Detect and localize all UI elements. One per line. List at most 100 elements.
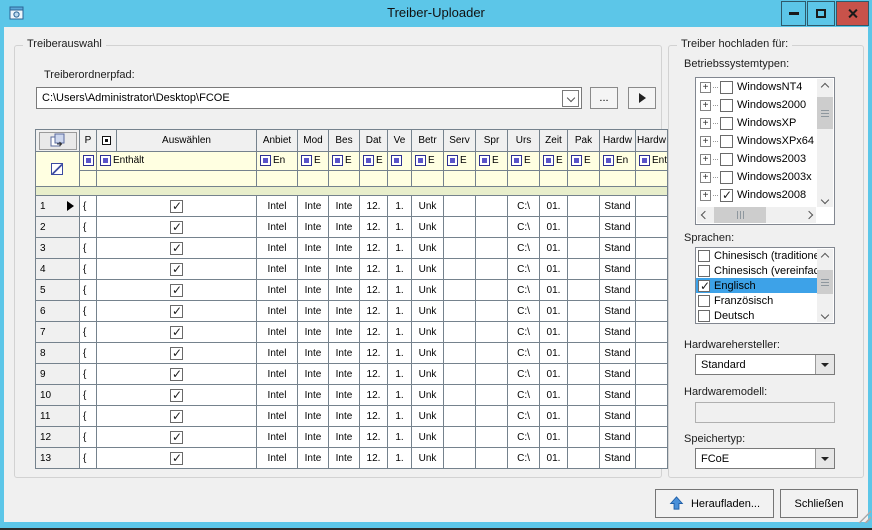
data-cell[interactable] [568,196,600,217]
os-checkbox[interactable] [720,153,733,166]
p-cell[interactable]: { [80,280,97,301]
filter-operator-icon[interactable] [83,155,94,166]
grid-row[interactable]: 9{IntelInteInte12.1.UnkC:\01.Stand [36,364,668,385]
data-cell[interactable]: Unk [412,217,444,238]
data-cell[interactable]: 01. [540,385,568,406]
language-item[interactable]: Englisch [696,278,817,293]
data-cell[interactable]: 12. [360,343,388,364]
data-cell[interactable]: 01. [540,343,568,364]
filter-cell[interactable]: E [298,152,329,171]
data-cell[interactable]: Inte [298,406,329,427]
data-cell[interactable]: 1. [388,322,412,343]
data-cell[interactable]: C:\ [508,238,540,259]
data-cell[interactable]: 1. [388,280,412,301]
data-cell[interactable]: Stand [600,196,636,217]
data-cell[interactable]: Inte [298,196,329,217]
language-checkbox[interactable] [698,250,710,262]
grid-row[interactable]: 7{IntelInteInte12.1.UnkC:\01.Stand [36,322,668,343]
column-header[interactable]: Mod [298,130,329,152]
os-checkbox[interactable] [720,81,733,94]
data-cell[interactable] [636,301,668,322]
filter-operator-icon[interactable] [571,155,582,166]
scroll-down-button[interactable] [817,192,833,207]
data-cell[interactable]: 01. [540,196,568,217]
data-cell[interactable]: Inte [329,259,360,280]
data-cell[interactable] [568,364,600,385]
os-tree-item[interactable]: WindowsXPx64 [696,132,817,150]
select-cell[interactable] [97,301,257,322]
data-cell[interactable]: C:\ [508,301,540,322]
data-cell[interactable]: C:\ [508,217,540,238]
column-header[interactable]: Spr [476,130,508,152]
p-cell[interactable]: { [80,406,97,427]
data-cell[interactable]: Stand [600,301,636,322]
filter-input-cell[interactable] [476,171,508,187]
data-cell[interactable]: Intel [257,280,298,301]
row-indicator[interactable]: 11 [36,406,80,427]
data-cell[interactable]: 1. [388,406,412,427]
data-cell[interactable]: Intel [257,364,298,385]
data-cell[interactable]: Stand [600,259,636,280]
p-cell[interactable]: { [80,343,97,364]
filter-input-cell[interactable] [329,171,360,187]
filter-cell[interactable] [388,152,412,171]
data-cell[interactable]: 12. [360,364,388,385]
data-cell[interactable]: Inte [329,217,360,238]
data-cell[interactable] [636,217,668,238]
column-header[interactable]: Hardw [600,130,636,152]
data-cell[interactable] [444,448,476,469]
data-cell[interactable]: 12. [360,196,388,217]
row-indicator[interactable]: 3 [36,238,80,259]
grid-row[interactable]: 12{IntelInteInte12.1.UnkC:\01.Stand [36,427,668,448]
select-cell[interactable] [97,343,257,364]
path-combobox[interactable]: C:\Users\Administrator\Desktop\FCOE [36,87,582,109]
filter-cell[interactable]: E [508,152,540,171]
p-cell[interactable]: { [80,196,97,217]
data-cell[interactable]: Inte [329,280,360,301]
row-checkbox[interactable] [170,326,183,339]
data-cell[interactable]: Inte [298,217,329,238]
filter-input-cell[interactable] [540,171,568,187]
filter-cell[interactable]: En [257,152,298,171]
language-checkbox[interactable] [698,295,710,307]
data-cell[interactable]: 1. [388,343,412,364]
os-tree-item[interactable]: Windows2008 [696,186,817,204]
language-checkbox[interactable] [698,310,710,322]
data-cell[interactable]: Inte [298,301,329,322]
data-cell[interactable]: Inte [329,322,360,343]
p-cell[interactable]: { [80,259,97,280]
row-indicator[interactable]: 10 [36,385,80,406]
row-indicator[interactable]: 9 [36,364,80,385]
data-cell[interactable]: 01. [540,259,568,280]
select-cell[interactable] [97,364,257,385]
grid-row[interactable]: 5{IntelInteInte12.1.UnkC:\01.Stand [36,280,668,301]
expand-plus-icon[interactable] [700,154,711,165]
data-cell[interactable] [444,259,476,280]
data-cell[interactable]: 01. [540,406,568,427]
data-cell[interactable] [476,343,508,364]
data-cell[interactable] [444,196,476,217]
data-cell[interactable]: Stand [600,280,636,301]
scroll-down-button[interactable] [817,307,833,322]
data-cell[interactable] [636,406,668,427]
select-cell[interactable] [97,259,257,280]
filter-operator-icon[interactable] [479,155,490,166]
data-cell[interactable] [444,343,476,364]
data-cell[interactable] [476,238,508,259]
filter-cell[interactable]: En [600,152,636,171]
filter-operator-icon[interactable] [301,155,312,166]
data-cell[interactable]: Unk [412,343,444,364]
data-cell[interactable]: Stand [600,343,636,364]
select-cell[interactable] [97,322,257,343]
os-tree-item[interactable]: Windows2003 [696,150,817,168]
row-checkbox[interactable] [170,305,183,318]
close-dialog-button[interactable]: Schließen [780,489,858,518]
filter-input-cell[interactable] [97,171,257,187]
data-cell[interactable] [568,343,600,364]
data-cell[interactable]: Stand [600,385,636,406]
filter-input-cell[interactable] [600,171,636,187]
data-cell[interactable] [476,448,508,469]
data-cell[interactable]: 1. [388,238,412,259]
expand-plus-icon[interactable] [700,136,711,147]
data-cell[interactable] [444,364,476,385]
